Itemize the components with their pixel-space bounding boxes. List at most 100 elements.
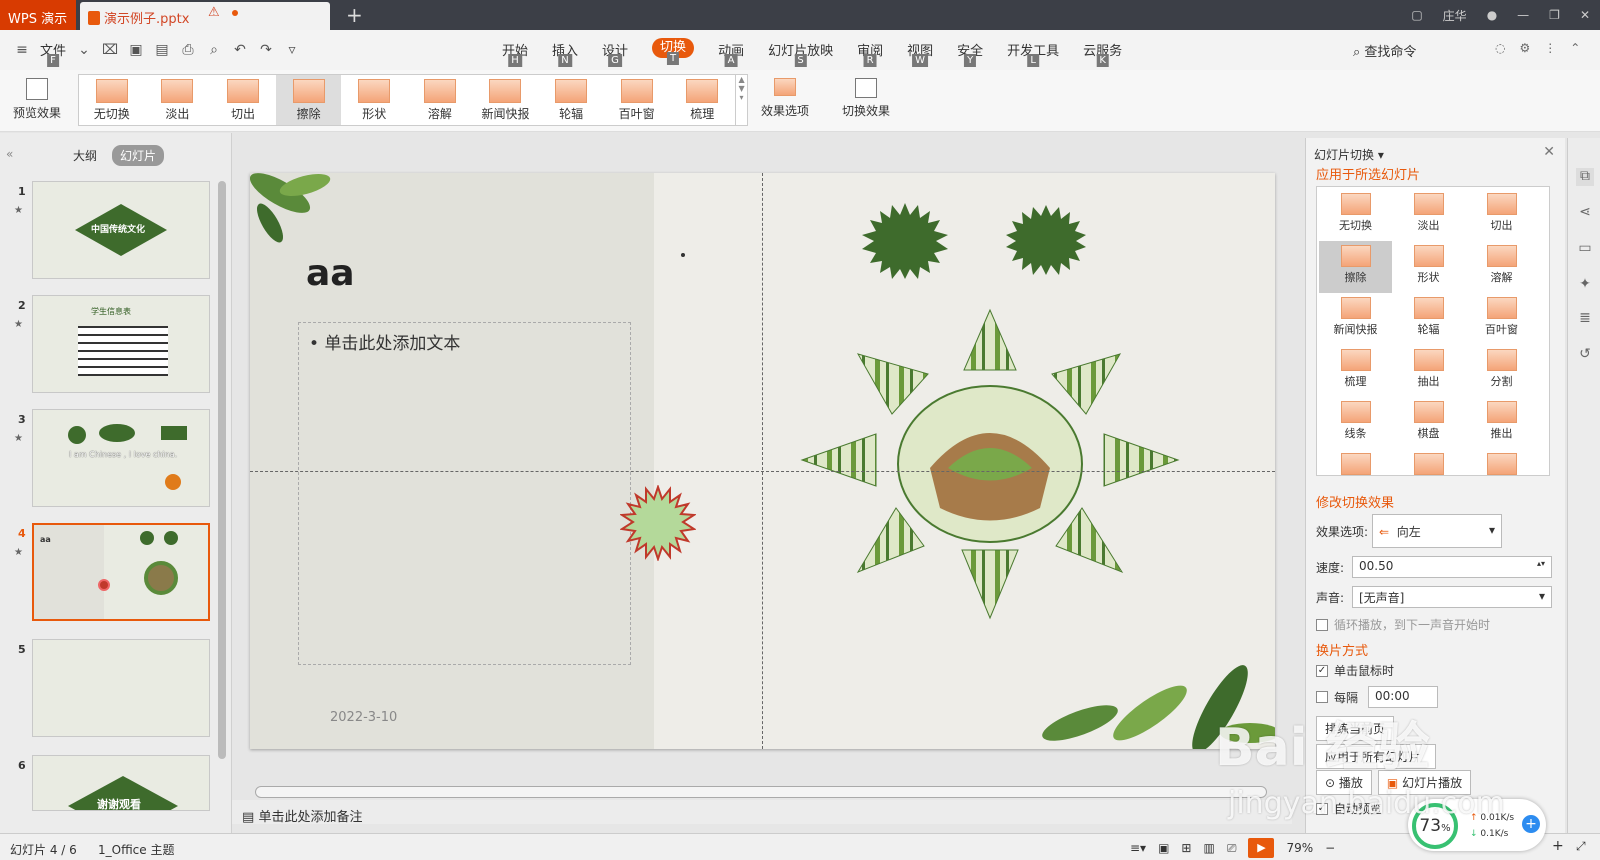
speed-input[interactable]: 00.50 ▴▾	[1352, 556, 1552, 578]
slide-thumbnail-3[interactable]: I am Chinese , I love china.	[32, 409, 210, 507]
gallery-item[interactable]: 切出	[210, 75, 276, 125]
loop-checkbox[interactable]	[1316, 618, 1328, 631]
settings-sliders-icon[interactable]: ≣	[1576, 310, 1594, 328]
notes-toggle-icon[interactable]: ≡▾	[1130, 841, 1146, 855]
zoom-out-button[interactable]: −	[1325, 841, 1335, 855]
gallery-scroll[interactable]: ▲ ▼ ▾	[735, 75, 747, 125]
comment-icon[interactable]: ◌	[1495, 41, 1505, 55]
slide-thumbnail-1[interactable]: 中国传统文化	[32, 181, 210, 279]
presenter-icon[interactable]: ⎚	[1227, 841, 1237, 856]
slide-thumbnail-2[interactable]: 学生信息表	[32, 295, 210, 393]
zoom-in-button[interactable]: +	[1552, 838, 1564, 854]
gallery-item[interactable]: 淡出	[145, 75, 211, 125]
effect-item[interactable]: 梳理	[1319, 345, 1392, 397]
normal-view-icon[interactable]: ▣	[1158, 841, 1169, 855]
tab-cloud[interactable]: 云服务 K	[1083, 40, 1122, 67]
effect-item[interactable]: 溶解	[1465, 241, 1538, 293]
gallery-item[interactable]: 溶解	[407, 75, 473, 125]
chevron-down-icon[interactable]: ⌄	[76, 42, 92, 58]
restore-icon[interactable]: ❐	[1549, 8, 1560, 22]
effect-item[interactable]	[1465, 449, 1538, 475]
tab-animation[interactable]: 动画 A	[718, 40, 744, 67]
tab-home[interactable]: 开始 H	[502, 40, 528, 67]
horizontal-guide[interactable]	[250, 471, 1275, 472]
collapse-ribbon-icon[interactable]: ⌃	[1570, 41, 1580, 55]
effect-item[interactable]: 线条	[1319, 397, 1392, 449]
slide-panel-scrollbar[interactable]	[218, 181, 226, 759]
slide-date[interactable]: 2022-3-10	[330, 710, 397, 725]
panel-title[interactable]: 幻灯片切换 ▾	[1314, 146, 1384, 163]
effect-item[interactable]: 抽出	[1392, 345, 1465, 397]
effect-item[interactable]: 百叶窗	[1465, 293, 1538, 345]
share-icon[interactable]: ⋖	[1576, 204, 1594, 222]
gallery-item[interactable]: 无切换	[79, 75, 145, 125]
effect-item[interactable]: 切出	[1465, 189, 1538, 241]
effect-item[interactable]: 棋盘	[1392, 397, 1465, 449]
archive-icon[interactable]: ▭	[1576, 240, 1594, 258]
slide-title[interactable]: aa	[306, 253, 355, 294]
gallery-item[interactable]: 新闻快报	[473, 75, 539, 125]
slide-thumbnail-4[interactable]: aa	[32, 523, 210, 621]
on-click-checkbox[interactable]: ✓	[1316, 664, 1328, 677]
slide-body-placeholder[interactable]: • 单击此处添加文本	[298, 322, 631, 665]
effect-option-select[interactable]: ⇐ 向左 ▾	[1372, 514, 1502, 548]
effect-options-button[interactable]: 效果选项	[752, 76, 818, 119]
gear-icon[interactable]: ⚙	[1519, 41, 1530, 55]
stepper-icon[interactable]: ▴▾	[1537, 559, 1545, 568]
red-starburst-shape[interactable]	[620, 485, 696, 561]
effect-item[interactable]: 淡出	[1392, 189, 1465, 241]
print-icon[interactable]: ⎙	[180, 42, 196, 58]
effect-item[interactable]: 分割	[1465, 345, 1538, 397]
effect-item[interactable]	[1319, 449, 1392, 475]
gallery-item[interactable]: 百叶窗	[604, 75, 670, 125]
switch-effect-button[interactable]: 切换效果	[838, 76, 894, 119]
effect-item[interactable]: 推出	[1465, 397, 1538, 449]
fit-window-icon[interactable]: ⤢	[1576, 839, 1586, 854]
tab-security[interactable]: 安全 Y	[957, 40, 983, 67]
close-icon[interactable]: ✕	[1543, 144, 1555, 160]
open-icon[interactable]: ⌧	[102, 42, 118, 58]
redo-icon[interactable]: ↷	[258, 42, 274, 58]
effect-item[interactable]: 形状	[1392, 241, 1465, 293]
green-starburst-shape[interactable]	[860, 201, 950, 281]
file-menu[interactable]: 文件 F	[40, 40, 66, 67]
slide-thumbnail-5[interactable]	[32, 639, 210, 737]
gallery-item-selected[interactable]: 擦除	[275, 75, 342, 125]
hamburger-icon[interactable]: ≡	[14, 42, 30, 58]
tab-developer[interactable]: 开发工具 L	[1007, 40, 1059, 67]
user-name[interactable]: 庄华	[1443, 7, 1467, 24]
slideshow-play-button[interactable]: ▶	[1248, 838, 1275, 858]
save-icon[interactable]: ▣	[128, 42, 144, 58]
tab-view[interactable]: 视图 W	[907, 40, 933, 67]
close-icon[interactable]: ✕	[1580, 8, 1590, 22]
sound-select[interactable]: [无声音] ▾	[1352, 586, 1552, 608]
history-icon[interactable]: ↺	[1576, 346, 1594, 364]
slide-sorter-icon[interactable]: ⊞	[1181, 841, 1191, 855]
gallery-item[interactable]: 形状	[341, 75, 407, 125]
vertical-guide[interactable]	[762, 173, 763, 749]
outline-tab[interactable]: 大纲	[73, 147, 97, 164]
green-starburst-shape[interactable]	[1004, 203, 1088, 277]
search-command[interactable]: ⌕ 查找命令	[1353, 41, 1416, 60]
notes-area[interactable]: ▤ 单击此处添加备注	[232, 800, 1292, 825]
slide-thumbnail-6[interactable]: 谢谢观看	[32, 755, 210, 811]
preview-effect-button[interactable]: 预览效果	[12, 76, 62, 121]
gallery-item[interactable]: 轮辐	[538, 75, 604, 125]
tab-review[interactable]: 审阅 R	[857, 40, 883, 67]
theme-name[interactable]: 1_Office 主题	[98, 841, 174, 858]
new-tab-button[interactable]: +	[346, 3, 363, 27]
tab-design[interactable]: 设计 G	[602, 40, 628, 67]
undo-icon[interactable]: ↶	[232, 42, 248, 58]
add-icon[interactable]: +	[1522, 815, 1540, 833]
minimize-icon[interactable]: —	[1517, 8, 1529, 22]
tab-transitions[interactable]: 切换 T	[652, 38, 695, 65]
app-tab[interactable]: WPS 演示	[0, 0, 76, 30]
pdf-icon[interactable]: ▤	[154, 42, 170, 58]
layout-icon[interactable]: ▢	[1411, 8, 1422, 22]
every-checkbox[interactable]	[1316, 691, 1328, 703]
effect-item[interactable]: 轮辐	[1392, 293, 1465, 345]
document-tab[interactable]: 演示例子.pptx	[80, 2, 330, 30]
sun-picture-shape[interactable]	[800, 308, 1180, 628]
effect-item[interactable]: 无切换	[1319, 189, 1392, 241]
transition-panel-icon[interactable]: ⧉	[1576, 168, 1594, 186]
